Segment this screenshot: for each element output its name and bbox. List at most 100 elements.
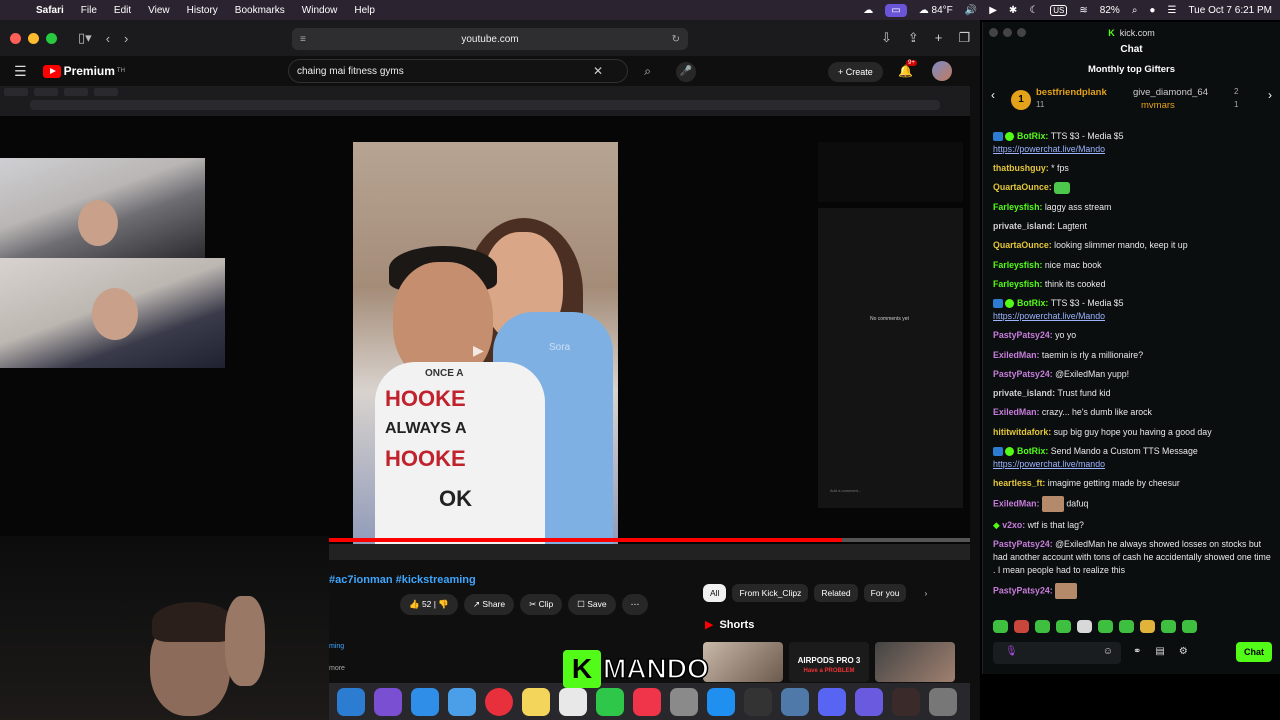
share-button[interactable]: ↗ Share [463,594,515,615]
app-icon[interactable] [781,687,809,716]
youtube-logo[interactable]: Premium TH [42,64,125,78]
avatar[interactable] [932,61,952,81]
emote-icon[interactable] [1077,620,1092,633]
emote-icon[interactable] [1014,620,1029,633]
chat-username[interactable]: ExiledMan: [993,499,1042,509]
mail-icon[interactable] [448,687,476,716]
short-thumbnail[interactable]: AIRPODS PRO 3 Have a PROBLEM [789,642,869,682]
emote-icon[interactable] [1119,620,1134,633]
description-line[interactable]: ming [329,636,345,658]
chevron-right-icon[interactable]: › [918,584,933,602]
chat-username[interactable]: QuartaOunce: [993,182,1054,192]
keyboard-input-badge[interactable]: US [1050,4,1068,16]
zoom-window-button[interactable] [1017,28,1026,37]
search-input[interactable]: chaing mai fitness gyms ✕ ⌕ [288,59,651,83]
downloads-icon[interactable] [892,687,920,716]
chat-input[interactable]: 🎙 ☺ [993,642,1121,664]
chat-messages[interactable]: BotRix: TTS $3 - Media $5 https://powerch… [983,130,1280,610]
share-icon[interactable]: ⇪ [908,30,919,46]
chat-username[interactable]: Farleysfish: [993,260,1045,270]
clip-button[interactable]: ✂ Clip [520,594,563,615]
page-menu-icon[interactable]: ≡ [300,34,306,45]
app-store-icon[interactable] [707,687,735,716]
chat-username[interactable]: PastyPatsy24: [993,369,1055,379]
chat-username[interactable]: thatbushguy: [993,163,1051,173]
chat-username[interactable]: ExiledMan: [993,350,1042,360]
reload-icon[interactable]: ↻ [672,34,680,45]
menu-view[interactable]: View [148,5,170,16]
chat-username[interactable]: QuartaOunce: [993,240,1054,250]
video-controls[interactable] [329,544,970,560]
microphone-icon[interactable]: 🎙 [1005,646,1018,657]
video-player[interactable]: ONCE A HOOKE ALWAYS A HOOKE OK ▶ Sora No… [0,86,970,558]
menu-icon[interactable]: ☰ [14,63,27,80]
menu-edit[interactable]: Edit [114,5,131,16]
volume-icon[interactable]: 🔊 [965,5,977,16]
discord-icon[interactable] [818,687,846,716]
notes-icon[interactable] [522,687,550,716]
datetime[interactable]: Tue Oct 7 6:21 PM [1188,5,1272,16]
mail-app-icon[interactable] [855,687,883,716]
focus-moon-icon[interactable]: ☾ [1029,5,1038,16]
emoji-icon[interactable]: ☺ [1103,646,1113,657]
chat-link[interactable]: https://powerchat.live/Mando [993,144,1105,154]
gift-icon[interactable]: ▤ [1155,646,1164,657]
emote-icon[interactable] [993,620,1008,633]
menu-bookmarks[interactable]: Bookmarks [235,5,285,16]
user-icon[interactable]: ● [1149,5,1155,16]
video-progress-bar[interactable] [329,538,970,542]
emote-icon[interactable] [1140,620,1155,633]
save-button[interactable]: ☐ Save [568,594,616,615]
chat-username[interactable]: BotRix: [1017,298,1051,308]
chat-username[interactable]: v2xo: [1002,520,1027,530]
play-icon[interactable]: ▶ [989,5,997,16]
minimize-window-button[interactable] [28,32,39,44]
address-bar[interactable]: ≡ youtube.com ↻ [292,28,688,50]
show-more-link[interactable]: more [329,658,345,680]
emote-icon[interactable] [1056,620,1071,633]
users-icon[interactable]: ⚭ [1133,646,1141,657]
forward-icon[interactable]: › [124,31,128,46]
send-chat-button[interactable]: Chat [1236,642,1272,662]
gifter-1-name[interactable]: bestfriendplank [1036,87,1107,98]
creative-cloud-icon[interactable]: ☁ [863,5,873,16]
control-center-icon[interactable]: ☰ [1167,5,1176,16]
voice-search-icon[interactable]: 🎤 [676,62,696,82]
chat-username[interactable]: private_island: [993,388,1058,398]
chip-all[interactable]: All [703,584,727,602]
menu-help[interactable]: Help [354,5,375,16]
menu-window[interactable]: Window [302,5,338,16]
chat-username[interactable]: Farleysfish: [993,279,1045,289]
gifter-2-name[interactable]: give_diamond_64 [1133,87,1208,98]
safari-icon[interactable] [411,687,439,716]
opera-icon[interactable] [485,687,513,716]
menu-file[interactable]: File [81,5,97,16]
screen-mirroring-icon[interactable]: ▭ [885,3,907,17]
minimize-window-button[interactable] [1003,28,1012,37]
chat-link[interactable]: https://powerchat.live/mando [993,459,1105,469]
close-window-button[interactable] [10,32,21,44]
emote-icon[interactable] [1161,620,1176,633]
chip-for-you[interactable]: For you [863,584,907,602]
whatsapp-icon[interactable] [596,687,624,716]
short-thumbnail[interactable] [703,642,783,682]
app-icon[interactable] [374,687,402,716]
chat-username[interactable]: private_island: [993,221,1058,231]
gifter-3-name[interactable]: mvmars [1141,100,1175,111]
chip-from-kick-clipz[interactable]: From Kick_Clipz [732,584,809,602]
zoom-window-button[interactable] [46,32,57,44]
new-tab-icon[interactable]: + [935,30,943,46]
add-comment-input[interactable]: Add a comment... [830,488,861,493]
short-thumbnail[interactable] [875,642,955,682]
chat-link[interactable]: https://powerchat.live/Mando [993,311,1105,321]
like-button[interactable]: 👍 52 | 👎 [400,594,458,615]
chat-username[interactable]: BotRix: [1017,446,1051,456]
chevron-right-icon[interactable]: › [1268,88,1272,102]
video-hashtags[interactable]: #ac7ionman #kickstreaming [329,574,476,586]
chat-username[interactable]: Farleysfish: [993,202,1045,212]
chat-username[interactable]: PastyPatsy24: [993,330,1055,340]
chip-related[interactable]: Related [814,584,858,602]
activity-icon[interactable] [744,687,772,716]
notifications-icon[interactable]: 🔔 9+ [898,60,917,78]
emote-icon[interactable] [1182,620,1197,633]
